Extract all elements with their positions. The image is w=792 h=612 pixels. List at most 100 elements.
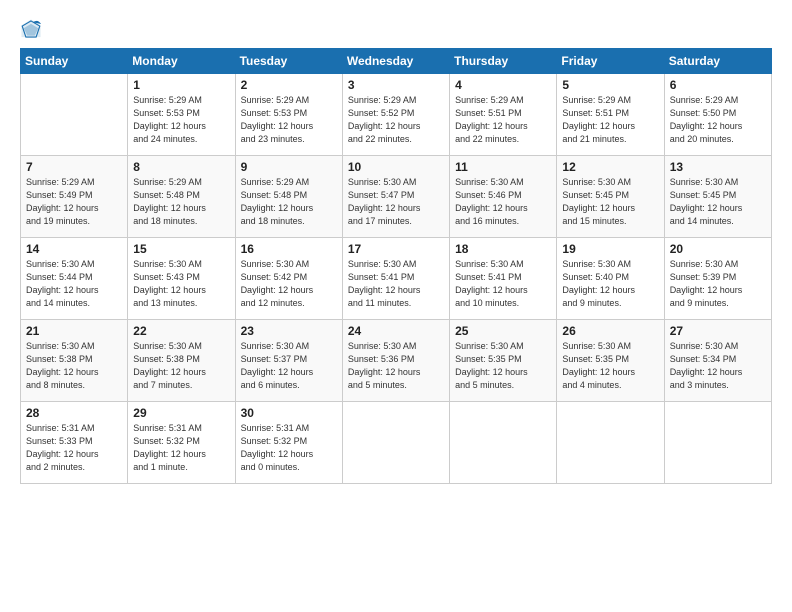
calendar-cell: 13Sunrise: 5:30 AM Sunset: 5:45 PM Dayli… (664, 156, 771, 238)
day-number: 7 (26, 160, 122, 174)
day-info: Sunrise: 5:29 AM Sunset: 5:51 PM Dayligh… (562, 94, 658, 146)
day-info: Sunrise: 5:31 AM Sunset: 5:32 PM Dayligh… (133, 422, 229, 474)
day-number: 12 (562, 160, 658, 174)
day-number: 30 (241, 406, 337, 420)
header-wednesday: Wednesday (342, 49, 449, 74)
header-sunday: Sunday (21, 49, 128, 74)
day-number: 9 (241, 160, 337, 174)
calendar-cell: 28 Sunrise: 5:31 AM Sunset: 5:33 PM Dayli… (21, 402, 128, 484)
calendar-cell: 10 Sunrise: 5:30 AM Sunset: 5:47 PM Dayli… (342, 156, 449, 238)
day-info: Sunrise: 5:30 AM Sunset: 5:46 PM Dayligh… (455, 176, 551, 228)
day-info: Sunrise: 5:29 AM Sunset: 5:51 PM Dayligh… (455, 94, 551, 146)
day-info: Sunrise: 5:29 AM Sunset: 5:48 PM Dayligh… (241, 176, 337, 228)
day-number: 10 (348, 160, 444, 174)
calendar-cell: 7 Sunrise: 5:29 AM Sunset: 5:49 PM Daylig… (21, 156, 128, 238)
week-row-4: 21 Sunrise: 5:30 AM Sunset: 5:38 PM Dayli… (21, 320, 772, 402)
day-number: 25 (455, 324, 551, 338)
header-monday: Monday (128, 49, 235, 74)
calendar-cell: 24Sunrise: 5:30 AM Sunset: 5:36 PM Dayli… (342, 320, 449, 402)
calendar-cell: 30 Sunrise: 5:31 AM Sunset: 5:32 PM Dayli… (235, 402, 342, 484)
calendar-cell: 29 Sunrise: 5:31 AM Sunset: 5:32 PM Dayli… (128, 402, 235, 484)
calendar-cell: 17 Sunrise: 5:30 AM Sunset: 5:41 PM Dayli… (342, 238, 449, 320)
day-number: 26 (562, 324, 658, 338)
day-number: 3 (348, 78, 444, 92)
calendar-cell (342, 402, 449, 484)
day-info: Sunrise: 5:30 AM Sunset: 5:41 PM Dayligh… (348, 258, 444, 310)
week-row-1: 1 Sunrise: 5:29 AM Sunset: 5:53 PM Daylig… (21, 74, 772, 156)
day-number: 8 (133, 160, 229, 174)
day-number: 21 (26, 324, 122, 338)
day-info: Sunrise: 5:30 AM Sunset: 5:40 PM Dayligh… (562, 258, 658, 310)
calendar-cell: 8 Sunrise: 5:29 AM Sunset: 5:48 PM Daylig… (128, 156, 235, 238)
day-info: Sunrise: 5:30 AM Sunset: 5:39 PM Dayligh… (670, 258, 766, 310)
day-number: 29 (133, 406, 229, 420)
day-number: 24 (348, 324, 444, 338)
day-number: 27 (670, 324, 766, 338)
day-info: Sunrise: 5:29 AM Sunset: 5:48 PM Dayligh… (133, 176, 229, 228)
day-info: Sunrise: 5:29 AM Sunset: 5:49 PM Dayligh… (26, 176, 122, 228)
calendar-header-row: SundayMondayTuesdayWednesdayThursdayFrid… (21, 49, 772, 74)
calendar-cell: 5 Sunrise: 5:29 AM Sunset: 5:51 PM Daylig… (557, 74, 664, 156)
calendar-cell: 19 Sunrise: 5:30 AM Sunset: 5:40 PM Dayli… (557, 238, 664, 320)
calendar-cell: 26 Sunrise: 5:30 AM Sunset: 5:35 PM Dayli… (557, 320, 664, 402)
calendar-cell: 14Sunrise: 5:30 AM Sunset: 5:44 PM Dayli… (21, 238, 128, 320)
day-info: Sunrise: 5:30 AM Sunset: 5:38 PM Dayligh… (133, 340, 229, 392)
day-info: Sunrise: 5:31 AM Sunset: 5:33 PM Dayligh… (26, 422, 122, 474)
header-saturday: Saturday (664, 49, 771, 74)
day-info: Sunrise: 5:30 AM Sunset: 5:41 PM Dayligh… (455, 258, 551, 310)
week-row-5: 28 Sunrise: 5:31 AM Sunset: 5:33 PM Dayli… (21, 402, 772, 484)
calendar-cell: 12 Sunrise: 5:30 AM Sunset: 5:45 PM Dayli… (557, 156, 664, 238)
day-number: 23 (241, 324, 337, 338)
day-info: Sunrise: 5:29 AM Sunset: 5:53 PM Dayligh… (241, 94, 337, 146)
calendar-cell: 22 Sunrise: 5:30 AM Sunset: 5:38 PM Dayli… (128, 320, 235, 402)
header-thursday: Thursday (450, 49, 557, 74)
day-number: 4 (455, 78, 551, 92)
calendar-cell: 6 Sunrise: 5:29 AM Sunset: 5:50 PM Daylig… (664, 74, 771, 156)
day-info: Sunrise: 5:29 AM Sunset: 5:52 PM Dayligh… (348, 94, 444, 146)
header-tuesday: Tuesday (235, 49, 342, 74)
day-number: 15 (133, 242, 229, 256)
calendar-cell (450, 402, 557, 484)
day-info: Sunrise: 5:30 AM Sunset: 5:42 PM Dayligh… (241, 258, 337, 310)
day-number: 28 (26, 406, 122, 420)
day-number: 13 (670, 160, 766, 174)
calendar-cell: 3 Sunrise: 5:29 AM Sunset: 5:52 PM Daylig… (342, 74, 449, 156)
day-info: Sunrise: 5:30 AM Sunset: 5:45 PM Dayligh… (562, 176, 658, 228)
day-info: Sunrise: 5:29 AM Sunset: 5:50 PM Dayligh… (670, 94, 766, 146)
calendar-cell: 25 Sunrise: 5:30 AM Sunset: 5:35 PM Dayli… (450, 320, 557, 402)
calendar-cell: 11 Sunrise: 5:30 AM Sunset: 5:46 PM Dayli… (450, 156, 557, 238)
calendar-cell: 9 Sunrise: 5:29 AM Sunset: 5:48 PM Daylig… (235, 156, 342, 238)
calendar-cell: 27 Sunrise: 5:30 AM Sunset: 5:34 PM Dayli… (664, 320, 771, 402)
day-info: Sunrise: 5:31 AM Sunset: 5:32 PM Dayligh… (241, 422, 337, 474)
day-number: 6 (670, 78, 766, 92)
day-number: 22 (133, 324, 229, 338)
calendar-cell (21, 74, 128, 156)
calendar-cell: 16 Sunrise: 5:30 AM Sunset: 5:42 PM Dayli… (235, 238, 342, 320)
day-info: Sunrise: 5:29 AM Sunset: 5:53 PM Dayligh… (133, 94, 229, 146)
day-info: Sunrise: 5:30 AM Sunset: 5:34 PM Dayligh… (670, 340, 766, 392)
day-number: 16 (241, 242, 337, 256)
day-info: Sunrise: 5:30 AM Sunset: 5:35 PM Dayligh… (562, 340, 658, 392)
day-number: 17 (348, 242, 444, 256)
day-info: Sunrise: 5:30 AM Sunset: 5:47 PM Dayligh… (348, 176, 444, 228)
week-row-2: 7 Sunrise: 5:29 AM Sunset: 5:49 PM Daylig… (21, 156, 772, 238)
day-number: 20 (670, 242, 766, 256)
day-number: 2 (241, 78, 337, 92)
calendar-cell: 23Sunrise: 5:30 AM Sunset: 5:37 PM Dayli… (235, 320, 342, 402)
calendar-cell: 21 Sunrise: 5:30 AM Sunset: 5:38 PM Dayli… (21, 320, 128, 402)
calendar-cell: 4 Sunrise: 5:29 AM Sunset: 5:51 PM Daylig… (450, 74, 557, 156)
day-number: 11 (455, 160, 551, 174)
logo-icon (20, 18, 42, 40)
day-number: 19 (562, 242, 658, 256)
week-row-3: 14Sunrise: 5:30 AM Sunset: 5:44 PM Dayli… (21, 238, 772, 320)
day-info: Sunrise: 5:30 AM Sunset: 5:38 PM Dayligh… (26, 340, 122, 392)
calendar-cell: 1 Sunrise: 5:29 AM Sunset: 5:53 PM Daylig… (128, 74, 235, 156)
day-info: Sunrise: 5:30 AM Sunset: 5:35 PM Dayligh… (455, 340, 551, 392)
logo (20, 18, 46, 40)
day-number: 5 (562, 78, 658, 92)
day-number: 1 (133, 78, 229, 92)
page-header (20, 18, 772, 40)
calendar-cell: 15 Sunrise: 5:30 AM Sunset: 5:43 PM Dayli… (128, 238, 235, 320)
day-info: Sunrise: 5:30 AM Sunset: 5:43 PM Dayligh… (133, 258, 229, 310)
day-number: 14 (26, 242, 122, 256)
